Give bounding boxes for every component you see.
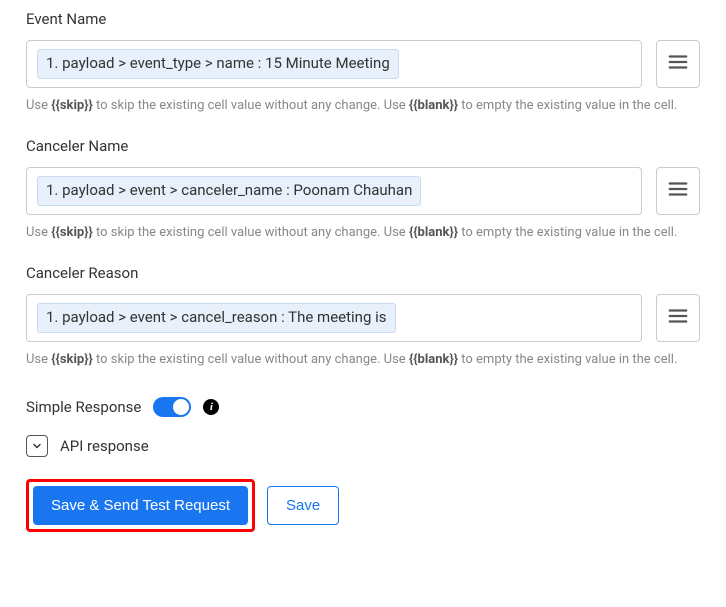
mapping-token[interactable]: 1. payload > event > canceler_name : Poo… [37,176,421,206]
api-response-row: API response [26,435,700,457]
field-label: Canceler Reason [26,264,700,282]
input-row: 1. payload > event > canceler_name : Poo… [26,167,700,215]
field-label: Canceler Name [26,137,700,155]
help-text: Use {{skip}} to skip the existing cell v… [26,96,700,116]
field-label: Event Name [26,10,700,28]
save-send-test-button[interactable]: Save & Send Test Request [33,486,248,525]
field-event-name: Event Name 1. payload > event_type > nam… [26,10,700,115]
button-row: Save & Send Test Request Save [26,479,700,532]
simple-response-label: Simple Response [26,398,141,416]
mapping-token[interactable]: 1. payload > event > cancel_reason : The… [37,303,396,333]
input-row: 1. payload > event > cancel_reason : The… [26,294,700,342]
field-menu-button[interactable] [656,167,700,215]
hamburger-icon [667,178,689,204]
chevron-down-icon [31,437,43,456]
help-text: Use {{skip}} to skip the existing cell v… [26,350,700,370]
mapping-input[interactable]: 1. payload > event_type > name : 15 Minu… [26,40,642,88]
simple-response-row: Simple Response i [26,397,700,417]
simple-response-toggle[interactable] [153,397,191,417]
hamburger-icon [667,51,689,77]
save-button[interactable]: Save [267,486,339,525]
field-menu-button[interactable] [656,40,700,88]
mapping-input[interactable]: 1. payload > event > canceler_name : Poo… [26,167,642,215]
api-response-expand-button[interactable] [26,435,48,457]
mapping-input[interactable]: 1. payload > event > cancel_reason : The… [26,294,642,342]
highlight-annotation: Save & Send Test Request [26,479,255,532]
field-canceler-name: Canceler Name 1. payload > event > cance… [26,137,700,242]
field-canceler-reason: Canceler Reason 1. payload > event > can… [26,264,700,369]
help-text: Use {{skip}} to skip the existing cell v… [26,223,700,243]
field-menu-button[interactable] [656,294,700,342]
api-response-label: API response [60,437,149,455]
info-icon[interactable]: i [203,399,219,415]
mapping-token[interactable]: 1. payload > event_type > name : 15 Minu… [37,49,399,79]
hamburger-icon [667,305,689,331]
input-row: 1. payload > event_type > name : 15 Minu… [26,40,700,88]
